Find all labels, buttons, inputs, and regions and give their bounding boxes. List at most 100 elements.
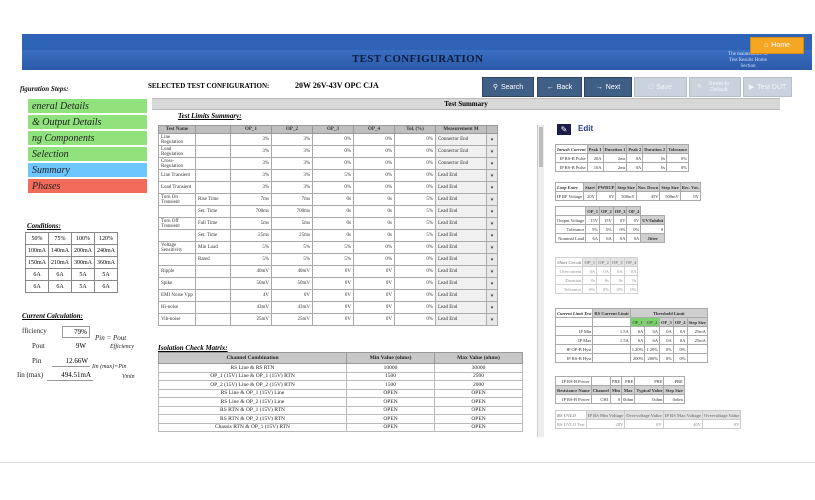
- limit-value-cell[interactable]: 0%: [353, 253, 395, 266]
- value-cell[interactable]: PRE: [621, 376, 636, 386]
- measurement-select[interactable]: Lead End: [435, 241, 487, 254]
- limit-value-cell[interactable]: 25mV: [230, 313, 272, 326]
- step-item[interactable]: Phases: [28, 179, 147, 194]
- limit-value-cell[interactable]: 5%: [271, 241, 313, 254]
- value-cell[interactable]: 0ohm: [634, 394, 665, 404]
- limit-value-cell[interactable]: 0%: [312, 181, 354, 194]
- limit-value-cell[interactable]: 3%: [271, 145, 313, 158]
- limit-value-cell[interactable]: 0s: [353, 205, 395, 218]
- measurement-select[interactable]: Lead End: [435, 217, 487, 230]
- measurement-select[interactable]: Connector End: [435, 145, 487, 158]
- value-cell[interactable]: 28V: [585, 419, 626, 429]
- limit-value-cell[interactable]: 0%: [394, 157, 436, 170]
- limit-value-cell[interactable]: 3%: [230, 145, 272, 158]
- chevron-down-icon[interactable]: ▾: [486, 253, 498, 266]
- value-cell[interactable]: 1.20%: [629, 344, 646, 354]
- efficiency-field[interactable]: 79%: [62, 326, 90, 338]
- value-cell[interactable]: 0V: [612, 215, 628, 225]
- value-cell[interactable]: PRE: [634, 376, 665, 386]
- value-cell[interactable]: 0A: [672, 326, 688, 336]
- measurement-select[interactable]: Lead End: [435, 205, 487, 218]
- limit-value-cell[interactable]: 0%: [353, 169, 395, 182]
- limit-value-cell[interactable]: 4V: [230, 289, 272, 302]
- limit-value-cell[interactable]: 5%: [271, 253, 313, 266]
- step-item[interactable]: & Output Details: [28, 115, 147, 130]
- limit-value-cell[interactable]: 5%: [394, 217, 436, 230]
- limit-value-cell[interactable]: 0V: [312, 313, 354, 326]
- measurement-select[interactable]: Lead End: [435, 181, 487, 194]
- home-button[interactable]: ⌂ Home: [750, 37, 804, 54]
- limit-value-cell[interactable]: 0s: [353, 229, 395, 242]
- limit-value-cell[interactable]: 0%: [312, 133, 354, 146]
- limit-value-cell[interactable]: 0%: [394, 133, 436, 146]
- value-cell[interactable]: 1.5A: [592, 335, 631, 345]
- limit-value-cell[interactable]: 0s: [312, 229, 354, 242]
- value-cell[interactable]: CH1: [590, 394, 611, 404]
- limit-value-cell[interactable]: 5ms: [271, 217, 313, 230]
- value-cell[interactable]: 200%: [629, 353, 646, 363]
- value-cell[interactable]: 0A: [609, 266, 625, 276]
- value-cell[interactable]: 25mA: [686, 326, 708, 336]
- limit-value-cell[interactable]: 0%: [353, 181, 395, 194]
- chevron-down-icon[interactable]: ▾: [486, 277, 498, 290]
- measurement-select[interactable]: Lead End: [435, 265, 487, 278]
- measurement-select[interactable]: Lead End: [435, 289, 487, 302]
- limit-value-cell[interactable]: 5%: [394, 193, 436, 206]
- limit-value-cell[interactable]: 5%: [230, 253, 272, 266]
- limit-value-cell[interactable]: 700ms: [271, 205, 313, 218]
- measurement-select[interactable]: Lead End: [435, 193, 487, 206]
- limit-value-cell[interactable]: 5%: [312, 253, 354, 266]
- value-cell[interactable]: 0A: [659, 335, 674, 345]
- value-cell[interactable]: 200%: [644, 353, 661, 363]
- limit-value-cell[interactable]: 0s: [353, 193, 395, 206]
- value-cell[interactable]: 1.20%: [644, 344, 661, 354]
- value-cell[interactable]: 0s: [642, 153, 668, 163]
- chevron-down-icon[interactable]: ▾: [486, 217, 498, 230]
- value-cell[interactable]: 0s: [642, 162, 668, 172]
- value-cell[interactable]: 0%: [623, 284, 639, 294]
- value-cell[interactable]: 0%: [626, 224, 642, 234]
- value-cell[interactable]: 0ohm: [621, 394, 636, 404]
- limit-value-cell[interactable]: 0V: [353, 289, 395, 302]
- value-cell[interactable]: 25mA: [686, 335, 708, 345]
- limit-value-cell[interactable]: 25ms: [230, 229, 272, 242]
- measurement-select[interactable]: Lead End: [435, 229, 487, 242]
- limit-value-cell[interactable]: 0s: [312, 205, 354, 218]
- search-button[interactable]: ⚲ Search: [482, 77, 534, 97]
- value-cell[interactable]: 0s: [596, 275, 611, 285]
- chevron-down-icon[interactable]: ▾: [486, 241, 498, 254]
- chevron-down-icon[interactable]: ▾: [486, 313, 498, 326]
- value-cell[interactable]: 0%: [612, 224, 628, 234]
- value-cell[interactable]: [592, 353, 631, 363]
- value-cell[interactable]: 0V: [595, 191, 617, 201]
- value-cell[interactable]: 0A: [626, 162, 644, 172]
- value-cell[interactable]: 5%: [585, 224, 600, 234]
- chevron-down-icon[interactable]: ▾: [486, 265, 498, 278]
- value-cell[interactable]: 5%: [598, 224, 614, 234]
- value-cell[interactable]: 20V: [583, 191, 597, 201]
- uv-inhibit-value[interactable]: 0: [640, 224, 666, 234]
- limit-value-cell[interactable]: 5%: [394, 229, 436, 242]
- value-cell[interactable]: 0: [609, 394, 623, 404]
- value-cell[interactable]: 0V: [626, 215, 642, 225]
- limit-value-cell[interactable]: 0s: [353, 217, 395, 230]
- value-cell[interactable]: 500mV: [615, 191, 637, 201]
- limit-value-cell[interactable]: 50mV: [230, 277, 272, 290]
- value-cell[interactable]: [592, 344, 631, 354]
- chevron-down-icon[interactable]: ▾: [486, 157, 498, 170]
- value-cell[interactable]: 0%: [659, 344, 674, 354]
- value-cell[interactable]: 2ms: [602, 153, 628, 163]
- chevron-down-icon[interactable]: ▾: [486, 145, 498, 158]
- next-button[interactable]: → Next: [584, 77, 632, 97]
- limit-value-cell[interactable]: 0%: [353, 241, 395, 254]
- limit-value-cell[interactable]: 0V: [271, 289, 313, 302]
- value-cell[interactable]: [590, 376, 611, 386]
- value-cell[interactable]: 6A: [598, 233, 614, 243]
- limit-value-cell[interactable]: 43mV: [230, 301, 272, 314]
- limit-value-cell[interactable]: 7ms: [271, 193, 313, 206]
- measurement-select[interactable]: Lead End: [435, 169, 487, 182]
- step-item[interactable]: eneral Details: [28, 99, 147, 114]
- value-cell[interactable]: [686, 344, 708, 354]
- limit-value-cell[interactable]: 0%: [394, 145, 436, 158]
- value-cell[interactable]: 0A: [623, 266, 639, 276]
